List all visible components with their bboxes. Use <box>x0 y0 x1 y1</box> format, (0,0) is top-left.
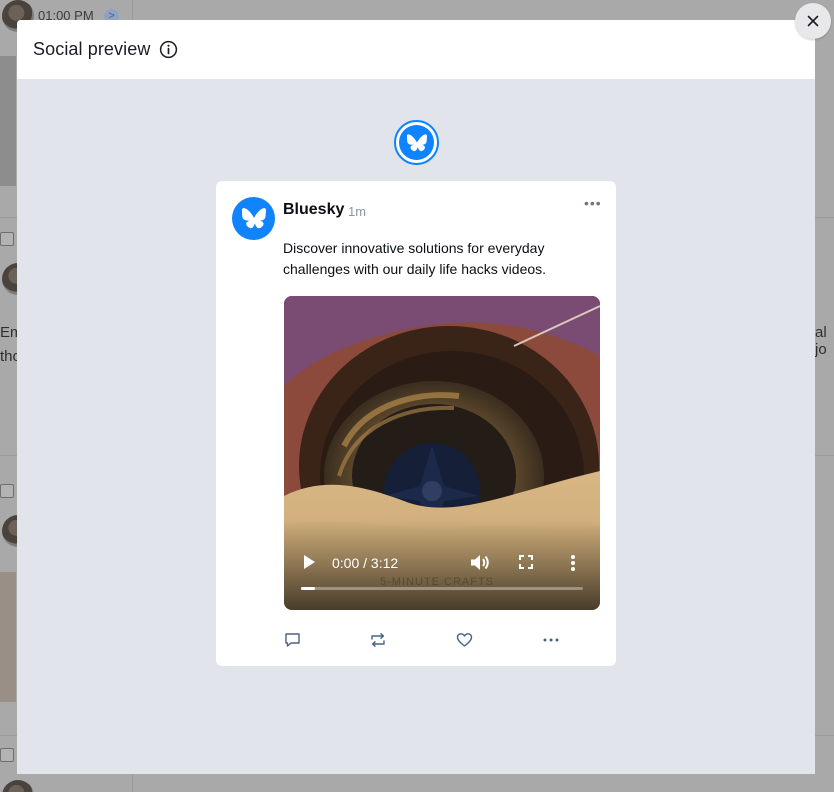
like-button[interactable] <box>456 632 473 648</box>
post-card: Bluesky 1m ••• Discover innovative solut… <box>216 181 616 666</box>
video-time-display: 0:00 / 3:12 <box>332 555 399 571</box>
network-selector[interactable] <box>394 120 439 165</box>
comment-icon <box>285 633 300 647</box>
background-text: al jo <box>815 324 827 358</box>
modal-header: Social preview <box>17 20 815 79</box>
post-actions <box>284 632 574 652</box>
more-horizontal-icon <box>543 638 559 642</box>
modal-title: Social preview <box>33 39 151 59</box>
fullscreen-icon <box>519 555 533 569</box>
close-icon <box>807 15 819 27</box>
heart-icon <box>456 633 473 647</box>
background-avatar <box>2 780 34 792</box>
info-icon[interactable] <box>159 40 178 59</box>
reply-button[interactable] <box>284 632 301 648</box>
butterfly-icon <box>241 208 266 229</box>
background-checkbox <box>0 232 14 246</box>
post-timestamp: 1m <box>348 204 367 219</box>
social-preview-modal: Social preview Bluesky 1m ••• Discover i… <box>17 20 815 774</box>
repost-button[interactable] <box>369 632 387 648</box>
video-menu-button[interactable] <box>570 554 576 577</box>
more-button[interactable] <box>542 632 560 648</box>
background-thumbnail <box>0 56 16 186</box>
repost-icon <box>371 633 385 647</box>
background-checkbox <box>0 748 14 762</box>
volume-icon <box>471 555 489 570</box>
background-thumbnail <box>0 572 16 702</box>
post-text: Discover innovative solutions for everyd… <box>283 240 547 277</box>
video-progress-bar[interactable] <box>301 587 583 590</box>
more-horizontal-icon[interactable]: ••• <box>584 195 602 211</box>
play-icon <box>304 555 315 569</box>
close-button[interactable] <box>795 3 831 39</box>
author-name: Bluesky <box>283 201 345 218</box>
video-player[interactable]: 5-MINUTE CRAFTS 0:00 / 3:12 <box>284 296 600 610</box>
video-progress-fill <box>301 587 316 590</box>
volume-button[interactable] <box>470 554 490 576</box>
play-button[interactable] <box>302 554 316 575</box>
more-vertical-icon <box>571 555 575 571</box>
author-avatar <box>232 197 275 240</box>
fullscreen-button[interactable] <box>519 555 533 574</box>
butterfly-icon <box>399 125 434 160</box>
background-checkbox <box>0 484 14 498</box>
